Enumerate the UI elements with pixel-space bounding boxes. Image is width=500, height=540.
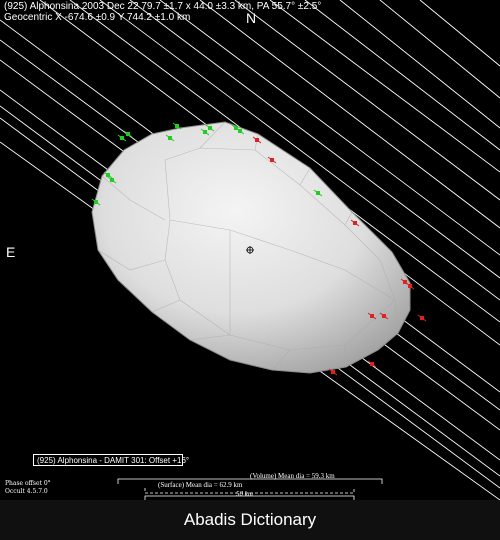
north-label: N: [246, 10, 257, 26]
negative-event-marker: [367, 360, 377, 368]
negative-event-marker: [328, 368, 338, 376]
shape-model-label: (925) Alphonsina - DAMIT 301: Offset +16…: [33, 454, 189, 466]
surface-diameter-label: (Surface) Mean dia = 62.9 km: [158, 481, 243, 489]
occultation-plot-canvas: [0, 0, 500, 500]
header-line-2: Geocentric X -674.6 ±0.9 Y 744.2 ±1.0 km: [4, 12, 191, 23]
header-line-1: (925) Alphonsina 2003 Dec 22 79.7 ±1.7 x…: [4, 1, 322, 12]
chord-line: [269, 0, 500, 173]
positive-event-marker: [117, 134, 127, 142]
phase-offset-text: Phase offset 0°: [5, 480, 51, 487]
positive-event-marker: [123, 130, 133, 138]
occult-version-text: Occult 4.5.7.0: [5, 488, 48, 495]
chord-line: [339, 0, 500, 129]
volume-diameter-label: (Volume) Mean dia = 59.3 km: [250, 472, 335, 480]
chord-line: [379, 0, 500, 99]
chord-line: [419, 0, 500, 67]
scale-km-label: 50 km: [236, 490, 253, 498]
negative-event-marker: [417, 314, 427, 322]
east-label: E: [6, 244, 16, 260]
watermark-banner: Abadis Dictionary: [0, 500, 500, 540]
positive-event-marker: [172, 122, 182, 130]
occultation-plot: (925) Alphonsina 2003 Dec 22 79.7 ±1.7 x…: [0, 0, 500, 500]
